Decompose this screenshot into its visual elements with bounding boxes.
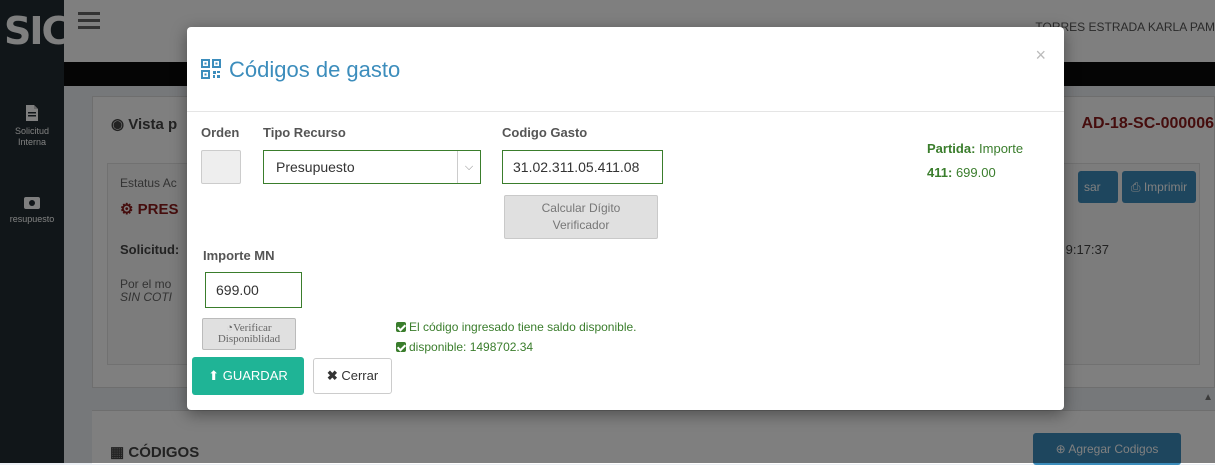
partida-code: 411: (927, 165, 953, 180)
cerrar-button[interactable]: ✖ Cerrar (313, 358, 392, 394)
chevron-down-icon: ⌵ (457, 151, 480, 183)
codigo-gasto-input[interactable] (502, 150, 663, 184)
verificar-disponibilidad-button[interactable]: ◔Verificar Disponiblidad (202, 318, 296, 350)
verificar-line2: Disponiblidad (217, 333, 281, 345)
tipo-recurso-value: Presupuesto (276, 159, 355, 175)
importe-mn-label: Importe MN (203, 248, 275, 263)
partida-label: Partida: (927, 141, 976, 156)
close-icon[interactable]: × (1035, 45, 1046, 66)
modal-title: Códigos de gasto (201, 57, 400, 83)
cerrar-label: Cerrar (341, 368, 379, 383)
tipo-recurso-label: Tipo Recurso (263, 125, 346, 140)
modal-header: Códigos de gasto × (187, 27, 1064, 112)
calcular-line2: Verificador (552, 218, 610, 232)
saldo-message-text: El código ingresado tiene saldo disponib… (409, 320, 637, 334)
saldo-message: El código ingresado tiene saldo disponib… (396, 320, 637, 334)
qrcode-icon (201, 59, 221, 79)
partida-importe-label: Importe (979, 141, 1024, 156)
disponible-message: disponible: 1498702.34 (396, 340, 533, 354)
modal-title-text: Códigos de gasto (229, 57, 401, 82)
upload-icon: ⬆ (208, 368, 220, 383)
guardar-label: GUARDAR (222, 368, 288, 383)
codigo-gasto-label: Codigo Gasto (502, 125, 588, 140)
close-icon: ✖ (326, 368, 338, 383)
partida-summary: Partida: Importe 411: 699.00 (927, 137, 1023, 185)
orden-label: Orden (201, 125, 240, 140)
tipo-recurso-select[interactable]: Presupuesto ⌵ (263, 150, 481, 184)
importe-mn-input[interactable] (205, 272, 302, 308)
check-icon (396, 342, 406, 352)
codigos-gasto-modal: Códigos de gasto × Orden Tipo Recurso Pr… (187, 27, 1064, 410)
disponible-message-text: disponible: 1498702.34 (409, 340, 534, 354)
calcular-line1: Calcular Dígito (541, 201, 621, 215)
guardar-button[interactable]: ⬆ GUARDAR (192, 357, 304, 395)
calcular-digito-button[interactable]: Calcular Dígito Verificador (504, 195, 658, 239)
orden-field[interactable] (201, 150, 241, 184)
check-icon (396, 322, 406, 332)
partida-amount: 699.00 (955, 165, 996, 180)
